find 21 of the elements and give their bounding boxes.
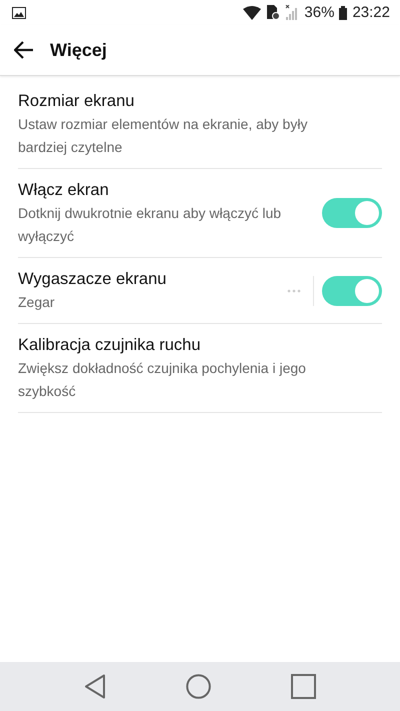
setting-summary: Zegar: [18, 293, 56, 312]
recents-nav-icon[interactable]: [291, 674, 316, 699]
back-nav-icon[interactable]: [84, 674, 106, 699]
sim-card-icon: [266, 5, 280, 20]
setting-summary: Dotknij dwukrotnie ekranu aby włączyć lub wyłączyć: [18, 204, 282, 246]
battery-icon: [339, 6, 348, 20]
setting-title[interactable]: Rozmiar ekranu: [18, 89, 382, 113]
signal-icon: [285, 5, 300, 20]
gallery-icon: [12, 6, 26, 18]
toggle-switch[interactable]: [322, 276, 382, 306]
setting-title[interactable]: Wygaszacze ekranu: [18, 267, 287, 291]
setting-title[interactable]: Włącz ekran: [18, 178, 322, 202]
clock: 23:22: [352, 4, 390, 21]
toggle-switch[interactable]: [322, 198, 382, 228]
setting-title[interactable]: Kalibracja czujnika ruchu: [18, 333, 382, 357]
screen-title: Więcej: [50, 40, 107, 60]
wifi-icon: [243, 6, 262, 20]
setting-summary: Zwiększ dokładność czujnika pochylenia i jego szybkość: [18, 359, 307, 401]
battery-percentage: 36%: [304, 4, 334, 21]
home-nav-icon[interactable]: [186, 674, 211, 699]
setting-summary: Ustaw rozmiar elementów na ekranie, aby były bardziej czytelne: [18, 115, 308, 157]
